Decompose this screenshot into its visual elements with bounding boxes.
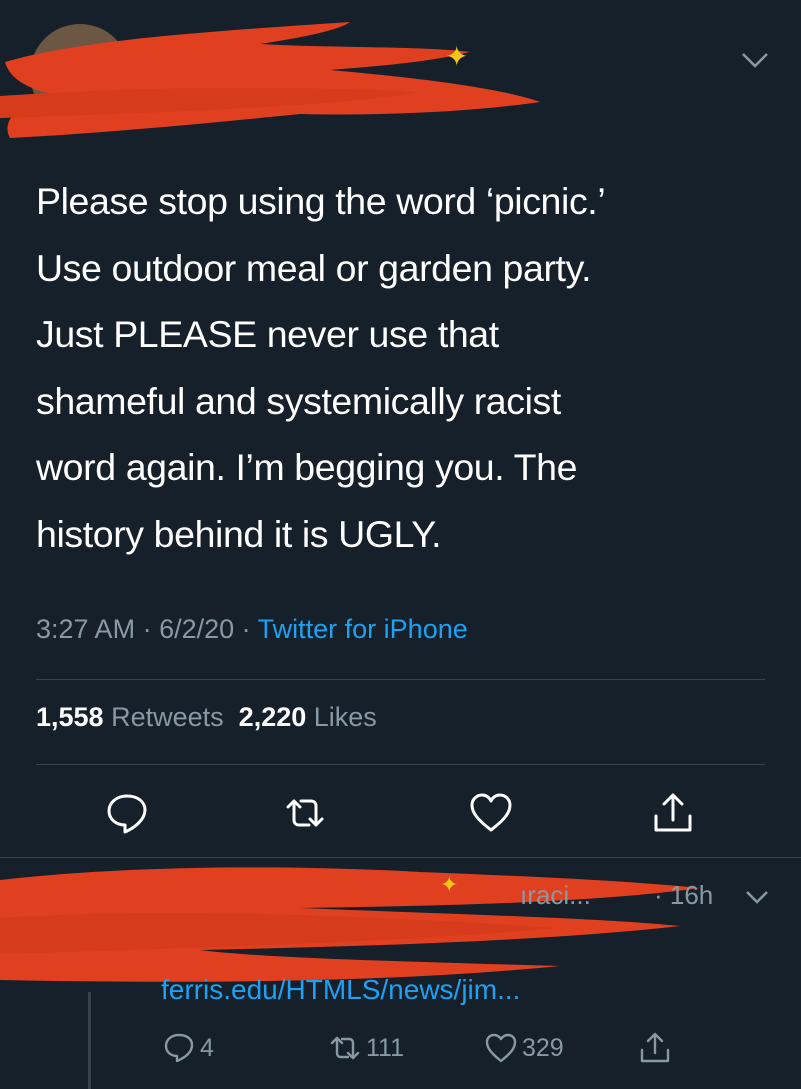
reply-icon [107, 794, 147, 834]
verified-sparkle-icon: ✦ [440, 872, 459, 897]
retweet-button[interactable] [282, 790, 328, 836]
reply-time: · 16h [654, 880, 714, 910]
thread-line [88, 992, 91, 1089]
reply-like-count: 329 [522, 1033, 564, 1062]
tweet-source-link[interactable]: Twitter for iPhone [258, 614, 468, 644]
reply-retweet-count: 111 [366, 1033, 405, 1062]
redaction-mark [0, 22, 540, 138]
heart-icon [470, 793, 512, 832]
reply-button[interactable] [104, 790, 150, 836]
reply-link[interactable]: ferris.edu/HTMLS/news/jim... [161, 974, 520, 1006]
likes-label: Likes [313, 702, 377, 732]
tweet-text-line: Use outdoor meal or garden party. [36, 246, 592, 289]
retweets-label: Retweets [111, 702, 224, 732]
meta-separator: · [135, 614, 160, 644]
verified-sparkle-icon: ✦ [445, 41, 469, 72]
share-button[interactable] [650, 790, 696, 836]
tweet-stats: 1,558 Retweets 2,220 Likes [36, 702, 377, 733]
tweet-text: Please stop using the word ‘picnic.’ Use… [36, 168, 776, 567]
share-icon [654, 793, 692, 832]
tweet-date: 6/2/20 [159, 614, 235, 644]
heart-icon [485, 1033, 517, 1063]
reply-reply-button[interactable]: 4 [162, 1028, 214, 1068]
likes-stat[interactable]: 2,220 Likes [239, 702, 377, 732]
retweets-count: 1,558 [36, 702, 104, 732]
tweet-text-line: shameful and systemically racist [36, 379, 561, 422]
chevron-down-icon[interactable] [744, 888, 770, 906]
tweet-header: ✦ [0, 0, 801, 150]
redaction-mark [0, 867, 700, 982]
chevron-down-icon[interactable] [740, 50, 770, 70]
tweet-text-line: history behind it is UGLY. [36, 512, 442, 555]
like-button[interactable] [468, 790, 514, 836]
tweet-text-line: Just PLEASE never use that [36, 313, 499, 355]
share-icon [640, 1032, 670, 1063]
reply-retweet-button[interactable]: 111 [328, 1028, 404, 1068]
tweet-meta: 3:27 AM · 6/2/20 · Twitter for iPhone [36, 614, 468, 645]
reply-author-name: ıraci... [520, 880, 591, 910]
tweet-text-line: Please stop using the word ‘picnic.’ [36, 180, 606, 222]
likes-count: 2,220 [238, 702, 307, 732]
retweet-icon [286, 799, 324, 827]
divider [36, 679, 765, 680]
reply-like-button[interactable]: 329 [484, 1028, 564, 1068]
retweet-icon [330, 1036, 360, 1060]
reply-reply-count: 4 [200, 1033, 214, 1062]
retweets-stat[interactable]: 1,558 Retweets [36, 702, 224, 732]
tweet-text-line: word again. I’m begging you. The [36, 446, 578, 488]
divider [36, 764, 765, 765]
tweet-time: 3:27 AM [36, 614, 136, 644]
meta-separator: · [234, 614, 258, 644]
reply-icon [164, 1033, 194, 1063]
reply-share-button[interactable] [638, 1028, 672, 1068]
